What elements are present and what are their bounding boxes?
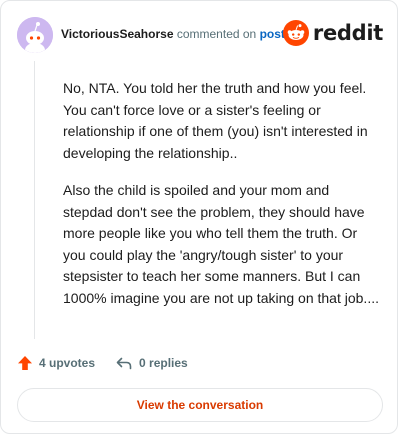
thread-line [34, 61, 35, 339]
username-link[interactable]: VictoriousSeahorse [61, 27, 174, 41]
comment-paragraph: Also the child is spoiled and your mom a… [63, 182, 379, 306]
reddit-logo[interactable]: reddit [282, 19, 383, 47]
reddit-snoo-icon [282, 20, 309, 46]
view-conversation-label: View the conversation [136, 398, 264, 412]
view-conversation-button[interactable]: View the conversation [17, 388, 383, 422]
upvote-button[interactable]: 4 upvotes [17, 355, 95, 371]
user-avatar[interactable] [17, 17, 53, 53]
reply-arrow-icon [116, 357, 132, 370]
post-link[interactable]: post [260, 27, 285, 41]
comment-embed-card: VictoriousSeahorse commented on post red… [0, 0, 398, 434]
replies-button[interactable]: 0 replies [115, 355, 188, 371]
reply-count: 0 replies [139, 356, 188, 370]
snoo-avatar-icon [17, 17, 53, 53]
upvote-count: 4 upvotes [39, 356, 96, 370]
reddit-wordmark: reddit [312, 21, 383, 45]
comment-paragraph: No, NTA. You told her the truth and how … [63, 80, 368, 161]
action-text: commented on [176, 27, 257, 41]
comment-body: No, NTA. You told her the truth and how … [63, 78, 381, 325]
upvote-arrow-icon [18, 356, 32, 370]
comment-header: VictoriousSeahorse commented on post [61, 27, 285, 41]
comment-actions: 4 upvotes 0 replies [17, 355, 188, 371]
